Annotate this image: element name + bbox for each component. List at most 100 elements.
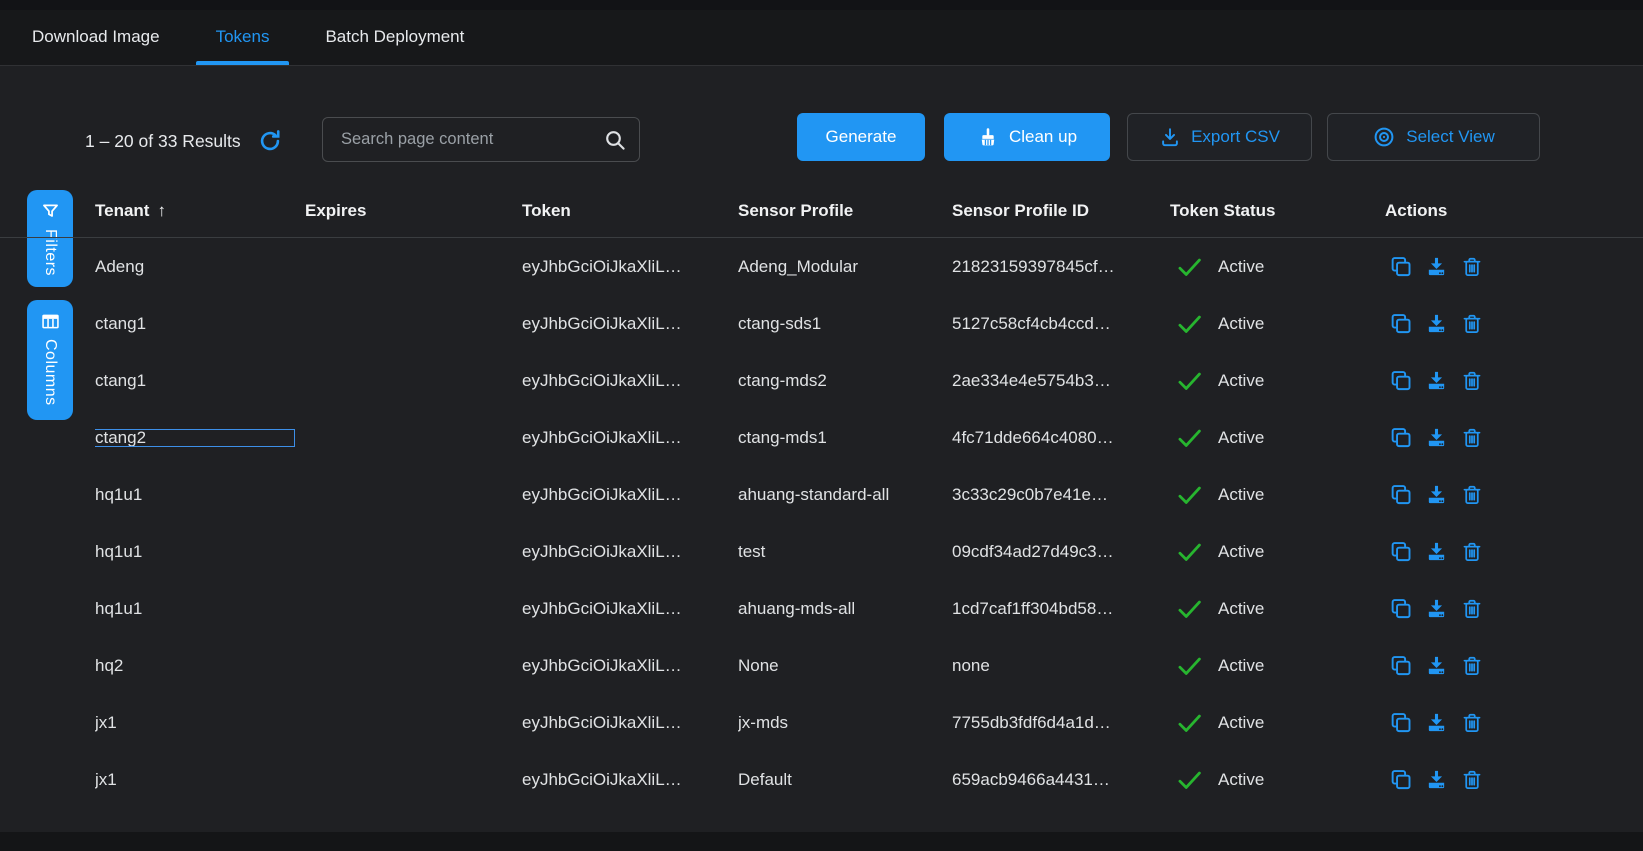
cell-sensor-profile-id[interactable]: 2ae334e4e5754b3… <box>952 371 1170 391</box>
copy-token-button[interactable] <box>1389 369 1412 392</box>
cell-sensor-profile[interactable]: Default <box>738 770 952 790</box>
cell-sensor-profile[interactable]: ctang-mds2 <box>738 371 952 391</box>
cell-token[interactable]: eyJhbGciOiJkaXliL… <box>522 314 738 334</box>
copy-token-button[interactable] <box>1389 654 1412 677</box>
cell-actions <box>1385 255 1643 278</box>
search-input[interactable] <box>339 129 603 150</box>
delete-token-button[interactable] <box>1461 541 1483 563</box>
cell-token[interactable]: eyJhbGciOiJkaXliL… <box>522 656 738 676</box>
table-row[interactable]: ctang1 eyJhbGciOiJkaXliL… ctang-sds1 512… <box>0 295 1643 352</box>
copy-token-button[interactable] <box>1389 312 1412 335</box>
copy-token-button[interactable] <box>1389 540 1412 563</box>
cell-sensor-profile-id[interactable]: 21823159397845cf… <box>952 257 1170 277</box>
delete-token-button[interactable] <box>1461 313 1483 335</box>
cell-sensor-profile[interactable]: test <box>738 542 952 562</box>
delete-token-button[interactable] <box>1461 256 1483 278</box>
export-csv-button[interactable]: Export CSV <box>1127 113 1312 161</box>
cell-sensor-profile-id[interactable]: 7755db3fdf6d4a1d… <box>952 713 1170 733</box>
download-token-button[interactable] <box>1425 255 1448 278</box>
table-row[interactable]: hq2 eyJhbGciOiJkaXliL… None none Active <box>0 637 1643 694</box>
tab-download-image[interactable]: Download Image <box>4 9 188 65</box>
cell-tenant[interactable]: hq2 <box>95 656 305 676</box>
delete-token-button[interactable] <box>1461 427 1483 449</box>
trash-icon <box>1461 655 1483 677</box>
cell-token[interactable]: eyJhbGciOiJkaXliL… <box>522 428 738 448</box>
cell-token[interactable]: eyJhbGciOiJkaXliL… <box>522 713 738 733</box>
cell-tenant[interactable]: hq1u1 <box>95 542 305 562</box>
cell-token-status: Active <box>1170 310 1385 337</box>
column-header-token-status[interactable]: Token Status <box>1170 201 1385 221</box>
copy-token-button[interactable] <box>1389 597 1412 620</box>
table-row[interactable]: ctang2 eyJhbGciOiJkaXliL… ctang-mds1 4fc… <box>0 409 1643 466</box>
generate-button-label: Generate <box>826 127 897 147</box>
column-header-sensor-profile[interactable]: Sensor Profile <box>738 201 952 221</box>
delete-token-button[interactable] <box>1461 655 1483 677</box>
cell-token[interactable]: eyJhbGciOiJkaXliL… <box>522 770 738 790</box>
table-row[interactable]: jx1 eyJhbGciOiJkaXliL… jx-mds 7755db3fdf… <box>0 694 1643 751</box>
cell-sensor-profile-id[interactable]: 659acb9466a4431… <box>952 770 1170 790</box>
download-token-button[interactable] <box>1425 312 1448 335</box>
delete-token-button[interactable] <box>1461 769 1483 791</box>
table-row[interactable]: hq1u1 eyJhbGciOiJkaXliL… test 09cdf34ad2… <box>0 523 1643 580</box>
cell-tenant[interactable]: ctang1 <box>95 314 305 334</box>
tab-tokens[interactable]: Tokens <box>188 9 298 65</box>
table-row[interactable]: ctang1 eyJhbGciOiJkaXliL… ctang-mds2 2ae… <box>0 352 1643 409</box>
download-token-button[interactable] <box>1425 597 1448 620</box>
download-token-button[interactable] <box>1425 711 1448 734</box>
delete-token-button[interactable] <box>1461 370 1483 392</box>
download-token-button[interactable] <box>1425 654 1448 677</box>
cell-sensor-profile[interactable]: ctang-mds1 <box>738 428 952 448</box>
table-row[interactable]: jx1 eyJhbGciOiJkaXliL… Default 659acb946… <box>0 751 1643 808</box>
cell-sensor-profile-id[interactable]: none <box>952 656 1170 676</box>
cell-sensor-profile-id[interactable]: 1cd7caf1ff304bd58… <box>952 599 1170 619</box>
table-row[interactable]: Adeng eyJhbGciOiJkaXliL… Adeng_Modular 2… <box>0 238 1643 295</box>
download-token-button[interactable] <box>1425 540 1448 563</box>
copy-token-button[interactable] <box>1389 483 1412 506</box>
search-icon[interactable] <box>603 128 627 152</box>
download-token-button[interactable] <box>1425 768 1448 791</box>
delete-token-button[interactable] <box>1461 484 1483 506</box>
delete-token-button[interactable] <box>1461 598 1483 620</box>
download-token-button[interactable] <box>1425 483 1448 506</box>
tab-batch-deployment[interactable]: Batch Deployment <box>297 9 492 65</box>
select-view-button[interactable]: Select View <box>1327 113 1540 161</box>
cell-sensor-profile-id[interactable]: 09cdf34ad27d49c3… <box>952 542 1170 562</box>
column-header-sensor-profile-id[interactable]: Sensor Profile ID <box>952 201 1170 221</box>
copy-token-button[interactable] <box>1389 768 1412 791</box>
cell-tenant[interactable]: ctang2 <box>95 428 305 448</box>
cell-token[interactable]: eyJhbGciOiJkaXliL… <box>522 485 738 505</box>
cell-token[interactable]: eyJhbGciOiJkaXliL… <box>522 371 738 391</box>
column-header-tenant[interactable]: Tenant ↑ <box>95 201 305 221</box>
download-token-button[interactable] <box>1425 369 1448 392</box>
copy-token-button[interactable] <box>1389 255 1412 278</box>
column-header-token[interactable]: Token <box>522 201 738 221</box>
cell-tenant[interactable]: jx1 <box>95 713 305 733</box>
cell-sensor-profile-id[interactable]: 4fc71dde664c4080… <box>952 428 1170 448</box>
cell-tenant[interactable]: ctang1 <box>95 371 305 391</box>
cell-sensor-profile[interactable]: ctang-sds1 <box>738 314 952 334</box>
cell-sensor-profile-id[interactable]: 5127c58cf4cb4ccd… <box>952 314 1170 334</box>
copy-token-button[interactable] <box>1389 426 1412 449</box>
cell-tenant[interactable]: Adeng <box>95 257 305 277</box>
clean-up-button[interactable]: Clean up <box>944 113 1110 161</box>
cell-sensor-profile[interactable]: jx-mds <box>738 713 952 733</box>
refresh-button[interactable] <box>257 128 283 154</box>
download-token-button[interactable] <box>1425 426 1448 449</box>
cell-sensor-profile[interactable]: ahuang-mds-all <box>738 599 952 619</box>
cell-token[interactable]: eyJhbGciOiJkaXliL… <box>522 542 738 562</box>
cell-tenant[interactable]: hq1u1 <box>95 485 305 505</box>
cell-tenant[interactable]: hq1u1 <box>95 599 305 619</box>
cell-token[interactable]: eyJhbGciOiJkaXliL… <box>522 599 738 619</box>
cell-tenant[interactable]: jx1 <box>95 770 305 790</box>
delete-token-button[interactable] <box>1461 712 1483 734</box>
generate-button[interactable]: Generate <box>797 113 925 161</box>
column-header-expires[interactable]: Expires <box>305 201 522 221</box>
table-row[interactable]: hq1u1 eyJhbGciOiJkaXliL… ahuang-standard… <box>0 466 1643 523</box>
cell-sensor-profile[interactable]: Adeng_Modular <box>738 257 952 277</box>
cell-token[interactable]: eyJhbGciOiJkaXliL… <box>522 257 738 277</box>
cell-sensor-profile[interactable]: None <box>738 656 952 676</box>
cell-sensor-profile-id[interactable]: 3c33c29c0b7e41e… <box>952 485 1170 505</box>
table-row[interactable]: hq1u1 eyJhbGciOiJkaXliL… ahuang-mds-all … <box>0 580 1643 637</box>
cell-sensor-profile[interactable]: ahuang-standard-all <box>738 485 952 505</box>
copy-token-button[interactable] <box>1389 711 1412 734</box>
